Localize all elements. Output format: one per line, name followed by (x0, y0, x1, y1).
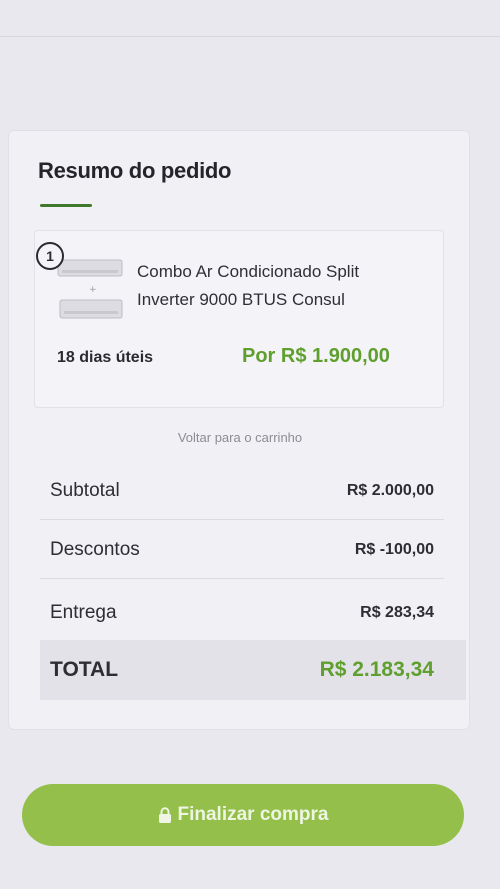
item-price: Por R$ 1.900,00 (242, 345, 390, 367)
product-name[interactable]: Combo Ar Condicionado Split Inverter 900… (137, 258, 427, 314)
product-image: + (57, 259, 123, 319)
quantity-badge: 1 (36, 242, 64, 270)
discount-label: Descontos (50, 538, 140, 560)
delivery-row: Entrega R$ 283,34 (40, 584, 444, 642)
back-to-cart-label[interactable]: Voltar para o carrinho (178, 430, 302, 445)
delivery-label: Entrega (50, 602, 117, 623)
product-name-line2: Inverter 9000 BTUS Consul (137, 290, 345, 309)
total-value: R$ 2.183,34 (319, 658, 434, 681)
svg-text:+: + (89, 285, 97, 295)
back-to-cart-link[interactable]: Voltar para o carrinho (0, 430, 480, 445)
delivery-estimate: 18 dias úteis (57, 349, 154, 366)
total-row: TOTAL R$ 2.183,34 (40, 640, 466, 700)
checkout-button[interactable]: Finalizar compra (22, 784, 464, 846)
discount-value: R$ -100,00 (354, 540, 434, 558)
total-label: TOTAL (50, 658, 119, 681)
title-underline (40, 204, 92, 207)
subtotal-label: Subtotal (50, 479, 120, 501)
product-name-line1: Combo Ar Condicionado Split (137, 262, 360, 281)
subtotal-row: Subtotal R$ 2.000,00 (40, 462, 444, 520)
header-divider (0, 36, 500, 37)
page-title: Resumo do pedido (38, 158, 232, 183)
subtotal-value: R$ 2.000,00 (346, 481, 434, 499)
lock-icon (158, 807, 171, 823)
discount-row: Descontos R$ -100,00 (40, 521, 444, 579)
checkout-label: Finalizar compra (177, 804, 329, 825)
delivery-value: R$ 283,34 (360, 604, 434, 621)
